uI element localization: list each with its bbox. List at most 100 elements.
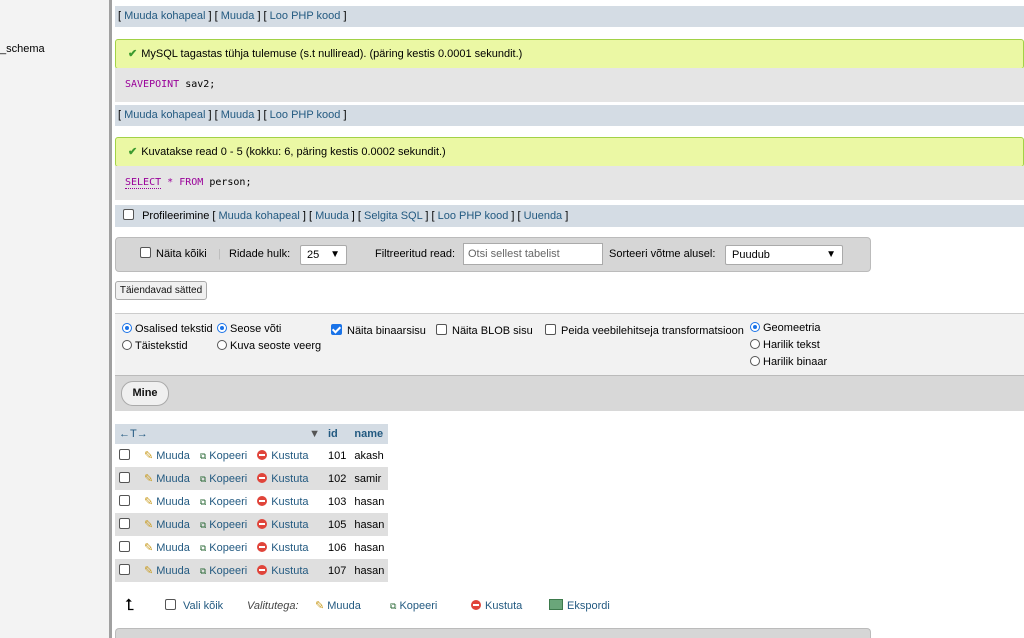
row-copy-link[interactable]: ⧉ Kopeeri — [200, 450, 247, 462]
select-all-control[interactable] — [165, 594, 181, 618]
cell-name[interactable]: akash — [350, 444, 389, 467]
refresh-link[interactable]: Uuenda — [524, 210, 563, 222]
extra-options-button[interactable]: Täiendavad sätted — [115, 281, 207, 300]
radio-icon[interactable] — [750, 356, 760, 366]
edit-inline-link-2[interactable]: Muuda kohapeal — [124, 109, 205, 121]
row-edit-link[interactable]: ✎ Muuda — [144, 565, 190, 577]
explain-sql-link[interactable]: Selgita SQL — [364, 210, 422, 222]
row-edit-link[interactable]: ✎ Muuda — [144, 496, 190, 508]
with-selected-label: Valitutega: — [247, 600, 299, 612]
geometry-option[interactable]: Geomeetria — [750, 322, 820, 334]
sql-keyword-select[interactable]: SELECT — [125, 177, 162, 189]
sort-desc-icon[interactable]: ▼ — [309, 428, 320, 440]
row-checkbox[interactable] — [119, 518, 130, 529]
row-delete-label: Kustuta — [271, 473, 309, 485]
row-checkbox[interactable] — [119, 564, 130, 575]
row-delete-link[interactable]: Kustuta — [257, 542, 309, 554]
show-all-control[interactable]: Näita kõiki — [140, 238, 207, 271]
row-edit-link[interactable]: ✎ Muuda — [144, 450, 190, 462]
create-php-link[interactable]: Loo PHP kood — [270, 10, 341, 22]
row-copy-link[interactable]: ⧉ Kopeeri — [200, 542, 247, 554]
cell-id[interactable]: 107 — [324, 559, 351, 582]
profiling-checkbox[interactable] — [123, 209, 134, 220]
cell-name[interactable]: hasan — [350, 490, 389, 513]
row-checkbox[interactable] — [119, 472, 130, 483]
cell-id[interactable]: 103 — [324, 490, 351, 513]
wkt-option[interactable]: Harilik tekst — [750, 339, 820, 351]
pencil-icon: ✎ — [144, 450, 154, 462]
row-copy-link[interactable]: ⧉ Kopeeri — [200, 473, 247, 485]
cell-name[interactable]: hasan — [350, 513, 389, 536]
radio-icon[interactable] — [217, 323, 227, 333]
row-delete-link[interactable]: Kustuta — [257, 473, 309, 485]
row-edit-link[interactable]: ✎ Muuda — [144, 542, 190, 554]
success-message-1: ✔ MySQL tagastas tühja tulemuse (s.t null… — [115, 39, 1024, 69]
cell-id[interactable]: 102 — [324, 467, 351, 490]
select-all-checkbox[interactable] — [165, 599, 176, 610]
cell-name[interactable]: hasan — [350, 559, 389, 582]
wkb-option[interactable]: Harilik binaar — [750, 356, 827, 368]
column-controls-header[interactable]: ←T→ ▼ — [115, 424, 324, 444]
row-actions-cell: ✎ Muuda ⧉ Kopeeri Kustuta — [115, 467, 324, 490]
row-delete-link[interactable]: Kustuta — [257, 496, 309, 508]
show-binary-option[interactable]: Näita binaarsisu — [331, 324, 426, 337]
cell-id[interactable]: 106 — [324, 536, 351, 559]
edit-link[interactable]: Muuda — [221, 10, 255, 22]
relational-key-option[interactable]: Seose võti — [217, 323, 281, 335]
create-php-link-2[interactable]: Loo PHP kood — [270, 109, 341, 121]
show-all-checkbox[interactable] — [140, 247, 151, 258]
radio-icon[interactable] — [750, 339, 760, 349]
row-edit-label: Muuda — [156, 542, 190, 554]
cell-name[interactable]: hasan — [350, 536, 389, 559]
column-header-id[interactable]: id — [324, 424, 351, 444]
radio-icon[interactable] — [122, 323, 132, 333]
cell-id[interactable]: 101 — [324, 444, 351, 467]
row-edit-link[interactable]: ✎ Muuda — [144, 519, 190, 531]
row-checkbox[interactable] — [119, 495, 130, 506]
full-texts-option[interactable]: Täistekstid — [122, 340, 188, 352]
radio-icon[interactable] — [750, 322, 760, 332]
select-all-link[interactable]: Vali kõik — [183, 594, 223, 618]
row-copy-link[interactable]: ⧉ Kopeeri — [200, 496, 247, 508]
cell-name[interactable]: samir — [350, 467, 389, 490]
checkbox-icon[interactable] — [436, 324, 447, 335]
display-options-panel: Osalised tekstid Täistekstid Seose võti … — [115, 313, 1024, 375]
go-button[interactable]: Mine — [121, 381, 169, 406]
filter-rows-input[interactable]: Otsi sellest tabelist — [463, 243, 603, 265]
row-delete-link[interactable]: Kustuta — [257, 450, 309, 462]
partial-texts-option[interactable]: Osalised tekstid — [122, 323, 213, 335]
checkbox-icon[interactable] — [331, 324, 342, 335]
row-checkbox[interactable] — [119, 541, 130, 552]
checkbox-icon[interactable] — [545, 324, 556, 335]
rows-count-value: 25 — [307, 249, 320, 261]
row-copy-link[interactable]: ⧉ Kopeeri — [200, 565, 247, 577]
nav-item-schema[interactable]: _schema — [0, 43, 45, 55]
row-copy-link[interactable]: ⧉ Kopeeri — [200, 519, 247, 531]
hide-transformation-option[interactable]: Peida veebilehitseja transformatsioon — [545, 324, 744, 337]
radio-icon[interactable] — [122, 340, 132, 350]
profile-edit-link[interactable]: Muuda — [315, 210, 349, 222]
resize-arrows-icon[interactable]: ←T→ — [119, 428, 148, 440]
cell-id[interactable]: 105 — [324, 513, 351, 536]
profile-create-php-link[interactable]: Loo PHP kood — [438, 210, 509, 222]
rows-count-select[interactable]: 25 ▼ — [300, 245, 347, 265]
sort-key-select[interactable]: Puudub ▼ — [725, 245, 843, 265]
row-edit-link[interactable]: ✎ Muuda — [144, 473, 190, 485]
bulk-edit-button[interactable]: ✎ Muuda — [315, 594, 361, 618]
row-actions-cell: ✎ Muuda ⧉ Kopeeri Kustuta — [115, 559, 324, 582]
edit-inline-link[interactable]: Muuda kohapeal — [124, 10, 205, 22]
row-delete-link[interactable]: Kustuta — [257, 519, 309, 531]
profile-edit-inline-link[interactable]: Muuda kohapeal — [218, 210, 299, 222]
edit-link-2[interactable]: Muuda — [221, 109, 255, 121]
hide-transformation-label: Peida veebilehitseja transformatsioon — [561, 325, 744, 337]
relational-display-option[interactable]: Kuva seoste veerg — [217, 340, 321, 352]
radio-icon[interactable] — [217, 340, 227, 350]
sql-rest-1: sav2; — [179, 79, 216, 90]
bulk-copy-button[interactable]: ⧉ Kopeeri — [390, 594, 437, 618]
row-checkbox[interactable] — [119, 449, 130, 460]
show-blob-option[interactable]: Näita BLOB sisu — [436, 324, 533, 337]
bulk-export-button[interactable]: Ekspordi — [549, 594, 610, 618]
row-delete-link[interactable]: Kustuta — [257, 565, 309, 577]
bulk-delete-button[interactable]: Kustuta — [471, 594, 522, 618]
column-header-name[interactable]: name — [350, 424, 389, 444]
